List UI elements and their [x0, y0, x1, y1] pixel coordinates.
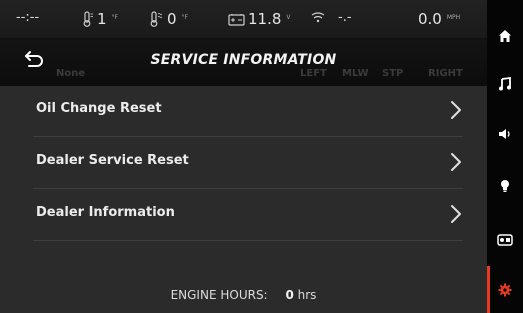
oil-change-reset-item[interactable]: Oil Change Reset: [0, 86, 487, 136]
battery-voltage: 11.8 V: [228, 10, 291, 28]
generator-icon: [497, 234, 513, 246]
chevron-right-icon: [451, 101, 461, 119]
lights-button[interactable]: [487, 160, 523, 212]
engine-hours-unit: hrs: [297, 288, 317, 302]
list-item-label: Oil Change Reset: [36, 101, 162, 116]
temp1-value: 1: [97, 10, 107, 28]
battery-unit: V: [286, 14, 291, 21]
speaker-icon: [499, 129, 510, 139]
ghost-column-right: RIGHT: [428, 68, 463, 79]
status-bar: --:-- 1 °F 0 °F 11.8 V -.- 0.0 MPH: [0, 0, 487, 38]
temp2-unit: °F: [181, 14, 188, 21]
side-nav: [487, 0, 523, 313]
engine-hours: ENGINE HOURS: 0 hrs: [0, 288, 487, 302]
battery-value: 11.8: [248, 10, 282, 28]
ghost-column-none: None: [56, 68, 86, 79]
clock: --:--: [16, 10, 39, 25]
divider: [33, 188, 463, 189]
list-item-label: Dealer Information: [36, 205, 175, 220]
list-item-label: Dealer Service Reset: [36, 153, 189, 168]
engine-hours-value: 0: [285, 288, 294, 302]
light-bulb-icon: [501, 180, 509, 192]
ghost-column-left: LEFT: [300, 68, 327, 79]
interior-temperature: 1 °F: [82, 10, 118, 28]
battery-icon: [228, 13, 245, 26]
settings-button[interactable]: [487, 266, 523, 313]
dealer-information-item[interactable]: Dealer Information: [0, 190, 487, 240]
title-bar: SERVICE INFORMATION None LEFT MLW STP RI…: [0, 40, 487, 86]
speed-unit: MPH: [446, 14, 461, 21]
page-title: SERVICE INFORMATION: [150, 52, 337, 68]
engine-hours-label: ENGINE HOURS:: [170, 288, 268, 302]
home-button[interactable]: [487, 10, 523, 62]
ghost-column-mlw: MLW: [342, 68, 369, 79]
music-note-icon: [499, 77, 511, 91]
ghost-column-stp: STP: [382, 68, 404, 79]
divider: [33, 240, 463, 241]
thermometer-wave-icon: [150, 11, 163, 27]
dealer-service-reset-item[interactable]: Dealer Service Reset: [0, 138, 487, 188]
temp2-value: 0: [167, 10, 177, 28]
exterior-temperature: 0 °F: [150, 10, 188, 28]
thermometer-icon: [83, 11, 93, 27]
home-icon: [499, 30, 511, 42]
chevron-right-icon: [451, 205, 461, 223]
signal-icon: [311, 11, 325, 22]
service-menu: Oil Change Reset Dealer Service Reset De…: [0, 86, 487, 313]
divider: [33, 136, 463, 137]
signal-status: -.-: [310, 10, 352, 25]
generator-button[interactable]: [487, 214, 523, 266]
temp1-unit: °F: [111, 14, 118, 21]
speed: 0.0 MPH: [418, 10, 460, 28]
audio-button[interactable]: [487, 108, 523, 160]
music-button[interactable]: [487, 58, 523, 110]
gear-icon: [498, 283, 512, 296]
chevron-right-icon: [451, 153, 461, 171]
speed-value: 0.0: [418, 10, 442, 28]
clock-text: --:--: [16, 10, 40, 25]
signal-value: -.-: [338, 10, 352, 25]
